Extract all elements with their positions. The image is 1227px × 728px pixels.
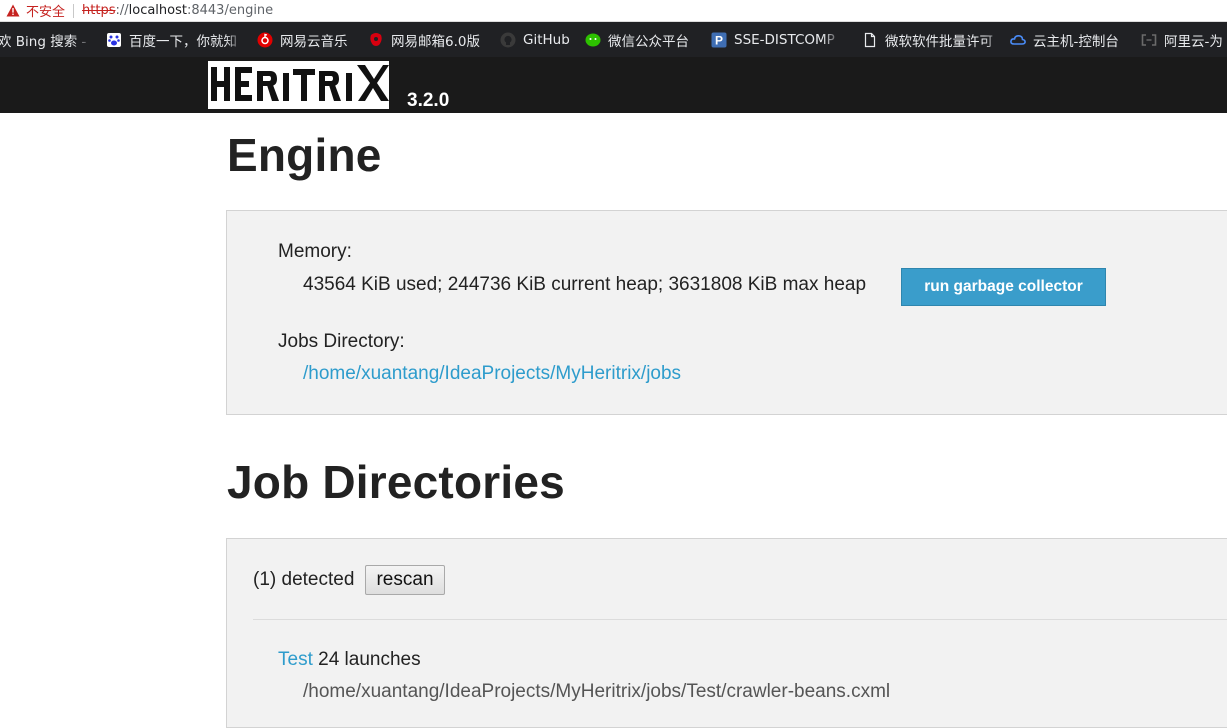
baidu-paw-icon [106, 32, 122, 48]
warning-triangle-icon [6, 4, 20, 17]
run-garbage-collector-button[interactable]: run garbage collector [901, 268, 1106, 306]
bookmark-netease-mail[interactable]: 网易邮箱6.0版 [368, 22, 494, 57]
job-launches: 24 launches [318, 649, 421, 670]
bookmark-label: 网易邮箱6.0版 [391, 33, 480, 50]
bookmark-wechat[interactable]: 微信公众平台 [585, 22, 705, 57]
bookmark-label: 百度一下，你就知 [129, 33, 237, 50]
jobs-directory-link[interactable]: /home/xuantang/IdeaProjects/MyHeritrix/j… [303, 363, 681, 385]
heritrix-logo[interactable] [208, 61, 389, 109]
bookmark-label: 阿里云-为 [1164, 33, 1223, 50]
url-host: localhost [128, 3, 187, 18]
netease-mail-icon [368, 32, 384, 48]
bookmark-aliyun[interactable]: 阿里云-为 [1141, 22, 1227, 57]
url-path: :8443/engine [186, 3, 274, 18]
page-icon [862, 32, 878, 48]
bookmark-netease-music[interactable]: 网易云音乐 [257, 22, 367, 57]
security-label: 不安全 [26, 5, 66, 20]
bookmark-cloud-console[interactable]: 云主机-控制台 [1010, 22, 1135, 57]
p-letter-icon: P [711, 32, 727, 48]
github-icon [500, 32, 516, 48]
aliyun-icon [1141, 32, 1157, 48]
engine-heading: Engine [227, 129, 382, 181]
job-directories-panel: (1) detected rescan Test 24 launches /ho… [226, 538, 1227, 728]
bookmarks-bar: 欢 Bing 搜索 - 百度一下，你就知 网易云音乐 网易邮箱6.0版 GitH… [0, 22, 1227, 57]
bookmark-github[interactable]: GitHub [500, 22, 580, 57]
url-scheme: https [82, 3, 116, 18]
url-separator: :// [115, 3, 129, 18]
address-bar[interactable]: 不安全 https://localhost:8443/engine [0, 0, 1227, 22]
detected-count: (1) detected [253, 569, 355, 590]
memory-value: 43564 KiB used; 244736 KiB current heap;… [303, 274, 867, 295]
job-config-path: /home/xuantang/IdeaProjects/MyHeritrix/j… [303, 681, 891, 702]
job-directories-heading: Job Directories [227, 456, 565, 508]
security-indicator[interactable]: 不安全 [0, 3, 75, 20]
list-item: Test 24 launches [278, 649, 421, 671]
memory-label: Memory: [278, 241, 352, 262]
bookmark-label: 微信公众平台 [608, 33, 689, 50]
jobs-directory-label: Jobs Directory: [278, 331, 405, 352]
svg-text:P: P [715, 33, 723, 47]
version-label: 3.2.0 [407, 90, 450, 111]
url-text[interactable]: https://localhost:8443/engine [74, 3, 273, 18]
rescan-button[interactable]: rescan [365, 565, 445, 595]
bookmark-label: 网易云音乐 [280, 33, 348, 50]
cloud-icon [1010, 32, 1026, 48]
engine-panel: Memory: 43564 KiB used; 244736 KiB curre… [226, 210, 1227, 415]
bookmark-label: SSE-DISTCOMP [734, 31, 835, 48]
bookmark-label: GitHub [523, 31, 570, 48]
app-header: 3.2.0 [0, 57, 1227, 113]
wechat-icon [585, 32, 601, 48]
netease-music-icon [257, 32, 273, 48]
bookmark-baidu[interactable]: 百度一下，你就知 [106, 22, 242, 57]
bookmark-microsoft-licensing[interactable]: 微软软件批量许可 [862, 22, 1002, 57]
bookmark-label: 云主机-控制台 [1033, 33, 1119, 50]
job-name-link[interactable]: Test [278, 649, 313, 670]
bookmark-label: 微软软件批量许可 [885, 33, 993, 50]
divider [253, 619, 1227, 620]
